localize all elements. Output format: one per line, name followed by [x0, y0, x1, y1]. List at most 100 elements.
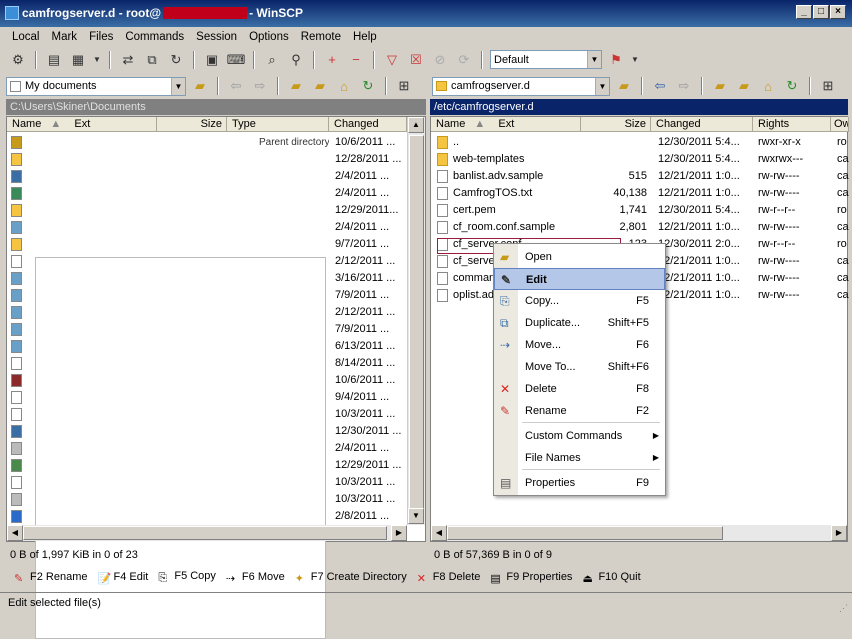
right-location-combo[interactable]: camfrogserver.d ▼	[432, 76, 610, 96]
keep-up-to-date-icon[interactable]: ⧉	[142, 50, 162, 70]
table-row[interactable]: 2/4/2011 ...	[7, 219, 407, 236]
menu-item-copy[interactable]: ⎘ Copy... F5	[494, 290, 665, 312]
find-icon[interactable]: ⊞	[818, 76, 838, 96]
right-col-changed[interactable]: Changed	[651, 117, 753, 132]
table-row[interactable]: 12/28/2011 ...	[7, 151, 407, 168]
plus-select-icon[interactable]: +	[322, 50, 342, 70]
right-horizontal-scrollbar[interactable]: ◀ ▶	[431, 525, 847, 541]
right-col-name[interactable]: Name ▲ Ext	[431, 117, 581, 132]
synchronize-icon[interactable]: ⇄	[118, 50, 138, 70]
tree-icon[interactable]: ⊞	[394, 76, 414, 96]
left-scroll-thumb[interactable]	[409, 135, 424, 513]
right-root-dir-icon[interactable]: ▰	[734, 76, 754, 96]
right-col-owner[interactable]: Ow	[831, 117, 849, 132]
right-col-rights[interactable]: Rights	[753, 117, 831, 132]
menu-item-rename[interactable]: ✎ Rename F2	[494, 400, 665, 422]
f9-properties-button[interactable]: ▤ F9 Properties	[490, 571, 572, 585]
left-parent-dir-icon[interactable]: ▰	[286, 76, 306, 96]
menu-item-properties[interactable]: ▤ Properties F9	[494, 472, 665, 494]
left-back-icon[interactable]: ⇦	[226, 76, 246, 96]
table-row[interactable]: 9/7/2011 ...	[7, 236, 407, 253]
table-row[interactable]: 12/29/2011...	[7, 202, 407, 219]
f2-rename-button[interactable]: ✎ F2 Rename	[14, 571, 87, 585]
table-row[interactable]: web-templates 12/30/2011 5:4... rwxrwx--- c…	[431, 151, 849, 168]
compare-icon[interactable]: ▤	[44, 50, 64, 70]
submenu-arrow-icon: ▶	[652, 453, 659, 462]
menu-item-delete[interactable]: ✕ Delete F8	[494, 378, 665, 400]
left-open-folder-icon[interactable]: ▰	[190, 76, 210, 96]
file-size: 1,741	[619, 204, 647, 216]
f4-edit-button[interactable]: 📝 F4 Edit	[97, 571, 148, 585]
maximize-button[interactable]: □	[813, 5, 829, 19]
menu-mark[interactable]: Mark	[46, 31, 84, 43]
table-row[interactable]: 2/4/2011 ...	[7, 168, 407, 185]
transfer-settings-combo[interactable]: Default ▼	[490, 50, 602, 69]
minus-unselect-icon[interactable]: −	[346, 50, 366, 70]
menu-item-file-names[interactable]: File Names ▶	[494, 447, 665, 469]
left-forward-icon[interactable]: ⇨	[250, 76, 270, 96]
table-row[interactable]: .. 12/30/2011 5:4... rwxr-xr-x ro	[431, 134, 847, 151]
transfer-dropdown-icon[interactable]: ▼	[630, 50, 640, 70]
table-row[interactable]: banlist.adv.sample 515 12/21/2011 1:0... rw…	[431, 168, 849, 185]
menu-files[interactable]: Files	[83, 31, 119, 43]
menu-commands[interactable]: Commands	[119, 31, 190, 43]
f8-delete-button[interactable]: ✕ F8 Delete	[417, 571, 481, 585]
left-refresh-icon[interactable]: ↻	[358, 76, 378, 96]
minimize-button[interactable]: _	[796, 5, 812, 19]
left-home-icon[interactable]: ⌂	[334, 76, 354, 96]
right-open-folder-icon[interactable]: ▰	[614, 76, 634, 96]
left-root-dir-icon[interactable]: ▰	[310, 76, 330, 96]
menu-session[interactable]: Session	[190, 31, 243, 43]
resize-grip-icon[interactable]: ⋰	[839, 603, 848, 614]
table-row[interactable]: cert.pem 1,741 12/30/2011 5:4... rw-r--r-- r…	[431, 202, 847, 219]
menu-item-move[interactable]: ⇢ Move... F6	[494, 334, 665, 356]
menu-options[interactable]: Options	[243, 31, 295, 43]
file-icon	[11, 476, 22, 489]
left-col-type[interactable]: Type	[227, 117, 329, 132]
refresh-icon[interactable]: ↻	[166, 50, 186, 70]
menu-item-duplicate[interactable]: ⧉ Duplicate... Shift+F5	[494, 312, 665, 334]
queue-dropdown-icon[interactable]: ▼	[92, 50, 102, 70]
left-col-name[interactable]: Name ▲ Ext	[7, 117, 157, 132]
filter-icon[interactable]: ▽	[382, 50, 402, 70]
right-col-size[interactable]: Size	[581, 117, 651, 132]
table-row[interactable]: 2/4/2011 ...	[7, 185, 407, 202]
menu-item-edit[interactable]: ✎ Edit	[494, 268, 665, 290]
file-changed: 12/30/2011 5:4...	[658, 153, 740, 165]
menu-item-label: Custom Commands	[525, 430, 623, 442]
mark-icon[interactable]: ☒	[406, 50, 426, 70]
queue-icon[interactable]: ▦	[68, 50, 88, 70]
menu-item-move-to[interactable]: Move To... Shift+F6	[494, 356, 665, 378]
right-back-icon[interactable]: ⇦	[650, 76, 670, 96]
preferences-gear-icon[interactable]: ⚙	[8, 50, 28, 70]
menu-remote[interactable]: Remote	[295, 31, 347, 43]
left-horizontal-scrollbar[interactable]: ◀ ▶	[7, 525, 407, 541]
right-parent-dir-icon[interactable]: ▰	[710, 76, 730, 96]
table-row[interactable]: cf_room.conf.sample 2,801 12/21/2011 1:0..…	[431, 219, 849, 236]
menu-item-open[interactable]: ▰ Open	[494, 246, 665, 268]
f6-move-button[interactable]: ⇢ F6 Move	[226, 571, 285, 585]
close-button[interactable]: ×	[830, 5, 846, 19]
table-row[interactable]: CamfrogTOS.txt 40,138 12/21/2011 1:0... rw-…	[431, 185, 849, 202]
menu-separator	[522, 469, 660, 470]
f5-copy-button[interactable]: ⎘ F5 Copy	[158, 570, 216, 584]
menu-local[interactable]: Local	[6, 31, 46, 43]
putty-icon[interactable]: ⌨	[226, 50, 246, 70]
left-vertical-scrollbar[interactable]: ▲ ▼	[407, 117, 425, 525]
find-files-icon[interactable]: ⌕	[262, 50, 282, 70]
left-col-size[interactable]: Size	[157, 117, 227, 132]
f10-quit-button[interactable]: ⏏ F10 Quit	[582, 571, 640, 585]
table-row[interactable]: Parent directory 10/6/2011 ...	[7, 134, 407, 151]
right-home-icon[interactable]: ⌂	[758, 76, 778, 96]
search-binoculars-icon[interactable]: ⚲	[286, 50, 306, 70]
menu-item-custom-commands[interactable]: Custom Commands ▶	[494, 425, 665, 447]
menu-help[interactable]: Help	[347, 31, 383, 43]
right-refresh-icon[interactable]: ↻	[782, 76, 802, 96]
console-icon[interactable]: ▣	[202, 50, 222, 70]
f7-create-directory-button[interactable]: ✦ F7 Create Directory	[295, 571, 407, 585]
right-forward-icon[interactable]: ⇨	[674, 76, 694, 96]
left-file-panel[interactable]: Name ▲ Ext Size Type Changed Parent dire…	[6, 116, 426, 639]
left-location-combo[interactable]: My documents ▼	[6, 76, 186, 96]
left-col-changed[interactable]: Changed	[329, 117, 407, 132]
transfer-settings-icon[interactable]: ⚑	[606, 50, 626, 70]
